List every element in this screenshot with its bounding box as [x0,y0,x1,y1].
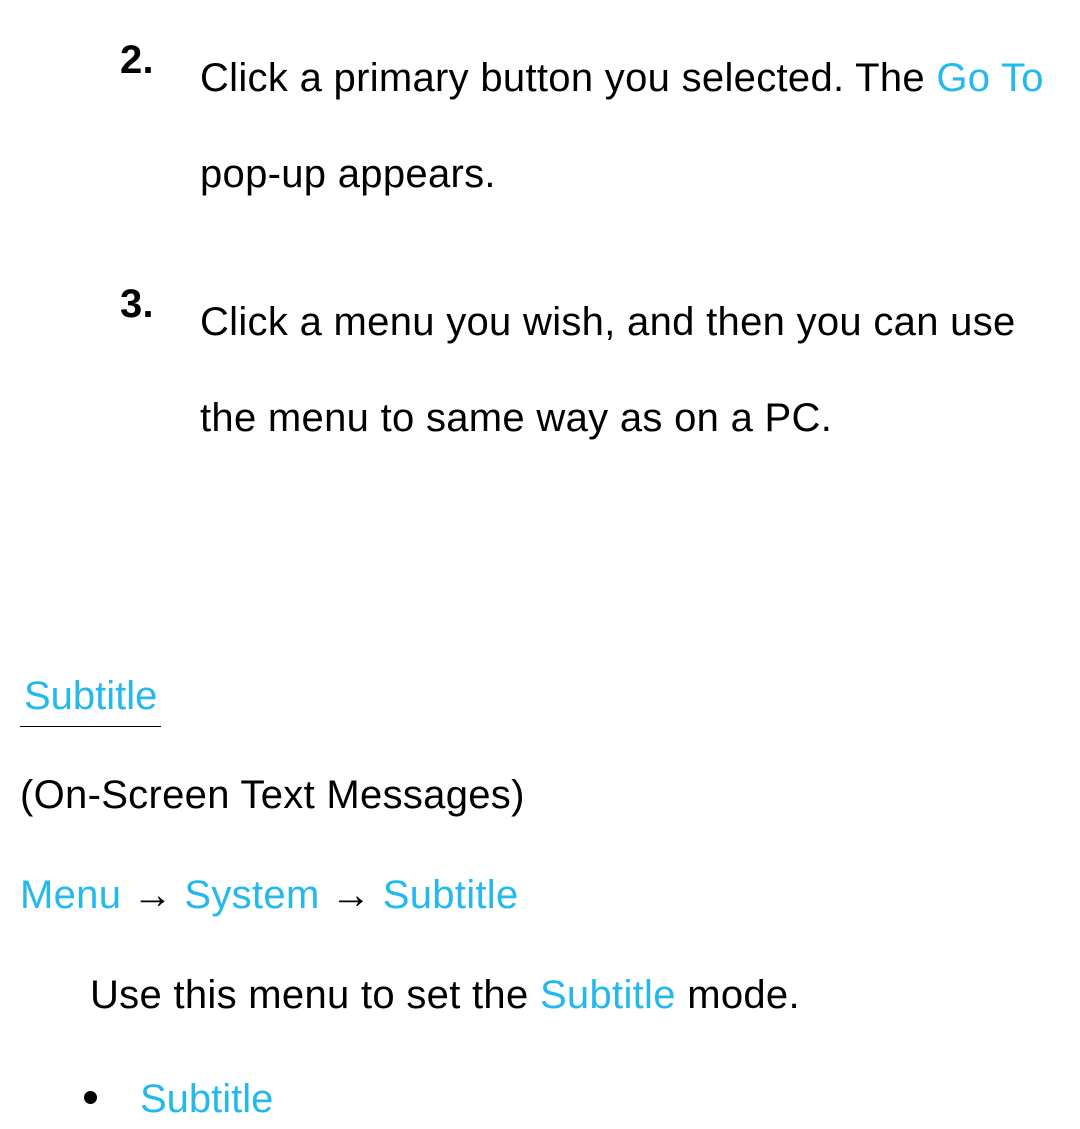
item-number: 2. [120,30,154,90]
arrow-icon: → [320,873,383,917]
item-content: Click a menu you wish, and then you can … [200,274,1060,466]
breadcrumb-menu: Menu [20,873,121,917]
section-description: (On-Screen Text Messages) [20,765,1060,825]
options-list: Subtitle [78,1069,1060,1129]
breadcrumb: Menu → System → Subtitle [20,865,1060,925]
arrow-icon: → [121,873,184,917]
option-label: Subtitle [140,1077,273,1121]
item-content: Click a primary button you selected. The… [200,30,1060,222]
breadcrumb-subtitle: Subtitle [383,873,519,917]
option-item-subtitle: Subtitle [78,1069,1060,1129]
item-number: 3. [120,274,154,334]
text-segment: Click a primary button you selected. The [200,56,936,100]
instruction-item-2: 2. Click a primary button you selected. … [120,30,1060,222]
usage-description: Use this menu to set the Subtitle mode. [90,965,1060,1025]
goto-highlight: Go To [936,56,1044,100]
instruction-item-3: 3. Click a menu you wish, and then you c… [120,274,1060,466]
breadcrumb-system: System [184,873,319,917]
text-segment: pop-up appears. [200,152,496,196]
text-segment: Use this menu to set the [90,973,540,1017]
text-segment: mode. [676,973,800,1017]
subtitle-highlight: Subtitle [540,973,676,1017]
section-heading-wrap: Subtitle [20,518,1060,765]
section-heading-subtitle: Subtitle [20,666,161,727]
instruction-list: 2. Click a primary button you selected. … [120,30,1060,466]
